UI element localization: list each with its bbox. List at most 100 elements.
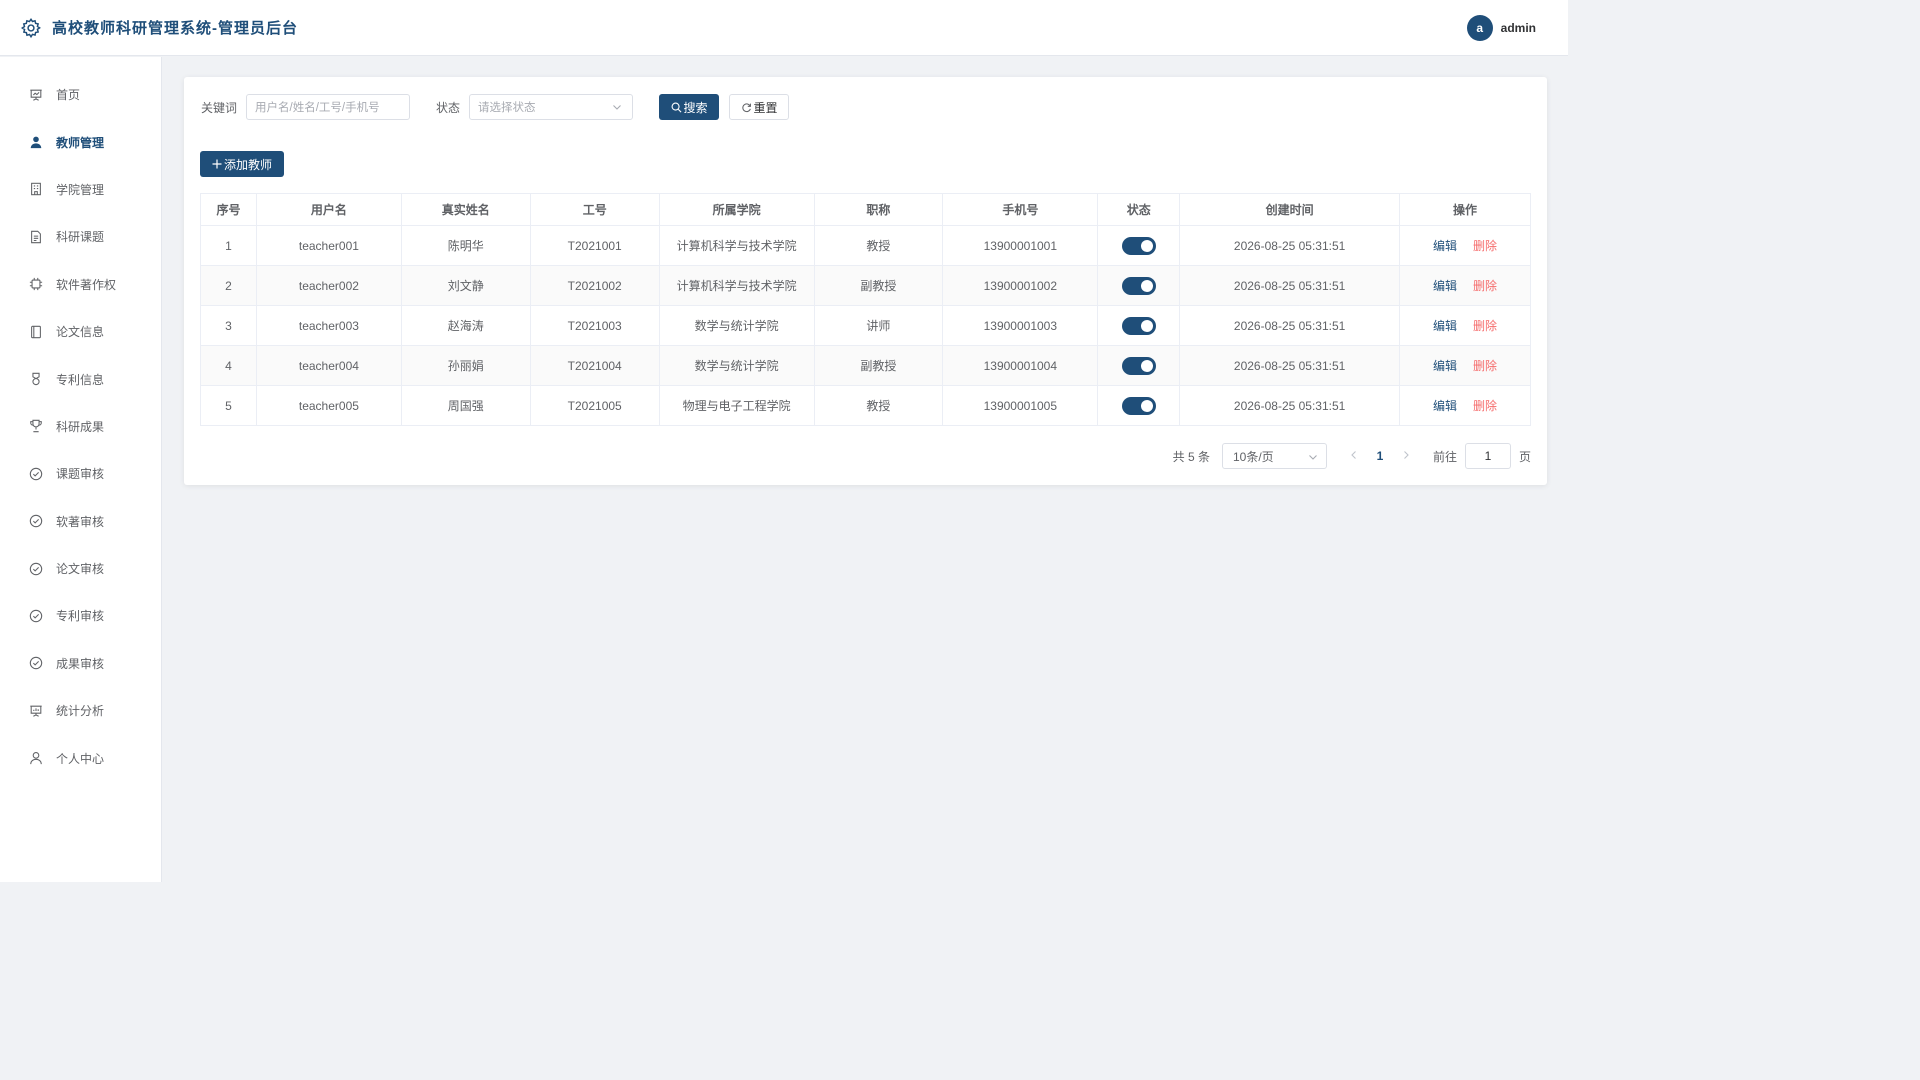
sidebar-item-14[interactable]: 个人中心 [0, 734, 161, 781]
data-board-icon [28, 703, 44, 719]
delete-link[interactable]: 删除 [1473, 399, 1497, 413]
status-toggle[interactable] [1121, 316, 1156, 335]
chevron-left-icon [1350, 449, 1358, 463]
cell-index: 2 [200, 265, 257, 306]
cell-actions: 编辑 删除 [1399, 345, 1531, 386]
cell-created: 2026-08-25 05:31:51 [1179, 345, 1401, 386]
reset-button[interactable]: 重置 [729, 94, 790, 120]
prev-page-button[interactable] [1341, 443, 1367, 469]
app-title: 高校教师科研管理系统-管理员后台 [52, 20, 298, 37]
toggle-knob [1140, 399, 1153, 412]
status-toggle[interactable] [1121, 236, 1156, 255]
cell-status [1097, 385, 1181, 426]
cell-actions: 编辑 删除 [1399, 225, 1531, 266]
sidebar: 首页 教师管理学院管理科研课题软件著作权论文信息专利信息科研成果课题审核软著审核论… [0, 57, 162, 882]
cell-phone: 13900001001 [942, 225, 1099, 266]
chevron-right-icon [1402, 449, 1410, 463]
cell-phone: 13900001004 [942, 345, 1099, 386]
sidebar-item-5[interactable]: 论文信息 [0, 308, 161, 355]
column-header: 所属学院 [659, 193, 815, 226]
sidebar-item-label: 专利信息 [56, 372, 105, 387]
cell-job-no: T2021004 [530, 345, 660, 386]
cell-status [1097, 345, 1181, 386]
sidebar-item-label: 科研成果 [56, 419, 105, 434]
toggle-knob [1140, 279, 1153, 292]
sidebar-item-label: 统计分析 [56, 704, 105, 719]
sidebar-item-label: 学院管理 [56, 182, 105, 197]
sidebar-item-label: 专利审核 [56, 609, 105, 624]
pagination: 共 5 条 10条/页 1 前往 1 页 [1173, 443, 1531, 469]
check-circle-icon [28, 561, 44, 577]
table-row: 1 teacher001 陈明华 T2021001 计算机科学与技术学院 教授 139000… [200, 225, 1531, 266]
top-bar: 高校教师科研管理系统-管理员后台 a admin [0, 0, 1568, 56]
edit-link[interactable]: 编辑 [1433, 239, 1457, 253]
user-name[interactable]: admin [1501, 21, 1536, 35]
toggle-knob [1140, 359, 1153, 372]
cell-title: 教授 [814, 225, 944, 266]
add-teacher-button[interactable]: 添加教师 [200, 151, 284, 177]
column-header: 工号 [530, 193, 660, 226]
page-size-value: 10条/页 [1232, 449, 1274, 464]
cell-username: teacher003 [256, 305, 402, 346]
sidebar-item-2[interactable]: 学院管理 [0, 166, 161, 213]
column-header: 创建时间 [1179, 193, 1401, 226]
delete-link[interactable]: 删除 [1473, 239, 1497, 253]
sidebar-item-4[interactable]: 软件著作权 [0, 261, 161, 308]
add-teacher-label: 添加教师 [223, 157, 272, 172]
cell-username: teacher004 [256, 345, 402, 386]
sidebar-item-11[interactable]: 专利审核 [0, 592, 161, 639]
sidebar-item-10[interactable]: 论文审核 [0, 545, 161, 592]
cell-index: 5 [200, 385, 257, 426]
edit-link[interactable]: 编辑 [1433, 279, 1457, 293]
page-suffix: 页 [1518, 449, 1531, 464]
edit-link[interactable]: 编辑 [1433, 319, 1457, 333]
sidebar-item-0[interactable]: 首页 [0, 71, 161, 118]
status-toggle[interactable] [1121, 356, 1156, 375]
keyword-input[interactable]: 用户名/姓名/工号/手机号 [246, 94, 411, 120]
table-row: 3 teacher003 赵海涛 T2021003 数学与统计学院 讲师 139000010… [200, 305, 1531, 346]
user-menu[interactable]: a admin [1466, 15, 1536, 41]
cell-created: 2026-08-25 05:31:51 [1179, 225, 1401, 266]
avatar[interactable]: a [1466, 15, 1493, 41]
sidebar-item-label: 软著审核 [56, 514, 105, 529]
sidebar-item-6[interactable]: 专利信息 [0, 355, 161, 402]
cell-job-no: T2021005 [530, 385, 660, 426]
delete-link[interactable]: 删除 [1473, 359, 1497, 373]
cell-title: 副教授 [814, 265, 944, 306]
user-outline-icon [28, 750, 44, 766]
sidebar-item-label: 软件著作权 [56, 277, 117, 292]
sidebar-item-12[interactable]: 成果审核 [0, 640, 161, 687]
page-size-select[interactable]: 10条/页 [1221, 443, 1327, 469]
column-header: 职称 [814, 193, 944, 226]
cell-college: 数学与统计学院 [659, 345, 815, 386]
status-toggle[interactable] [1121, 276, 1156, 295]
presentation-icon [28, 87, 44, 103]
cell-college: 数学与统计学院 [659, 305, 815, 346]
sidebar-item-8[interactable]: 课题审核 [0, 450, 161, 497]
edit-link[interactable]: 编辑 [1433, 359, 1457, 373]
reset-button-label: 重置 [753, 100, 778, 115]
cell-phone: 13900001005 [942, 385, 1099, 426]
delete-link[interactable]: 删除 [1473, 319, 1497, 333]
cell-created: 2026-08-25 05:31:51 [1179, 385, 1401, 426]
cell-title: 讲师 [814, 305, 944, 346]
table-row: 5 teacher005 周国强 T2021005 物理与电子工程学院 教授 1390000… [200, 385, 1531, 426]
status-select[interactable]: 请选择状态 [469, 94, 634, 120]
sidebar-item-9[interactable]: 软著审核 [0, 498, 161, 545]
status-toggle[interactable] [1121, 396, 1156, 415]
delete-link[interactable]: 删除 [1473, 279, 1497, 293]
edit-link[interactable]: 编辑 [1433, 399, 1457, 413]
page-number[interactable]: 1 [1367, 443, 1393, 469]
chevron-down-icon [612, 102, 622, 112]
chevron-down-icon [1308, 451, 1318, 461]
refresh-icon [741, 102, 752, 113]
search-button[interactable]: 搜索 [659, 94, 720, 120]
sidebar-item-1[interactable]: 教师管理 [0, 118, 161, 165]
sidebar-item-7[interactable]: 科研成果 [0, 403, 161, 450]
sidebar-item-3[interactable]: 科研课题 [0, 213, 161, 260]
goto-page-input[interactable]: 1 [1464, 443, 1511, 469]
sidebar-item-label: 课题审核 [56, 467, 105, 482]
search-button-label: 搜索 [683, 100, 708, 115]
next-page-button[interactable] [1393, 443, 1419, 469]
sidebar-item-13[interactable]: 统计分析 [0, 687, 161, 734]
